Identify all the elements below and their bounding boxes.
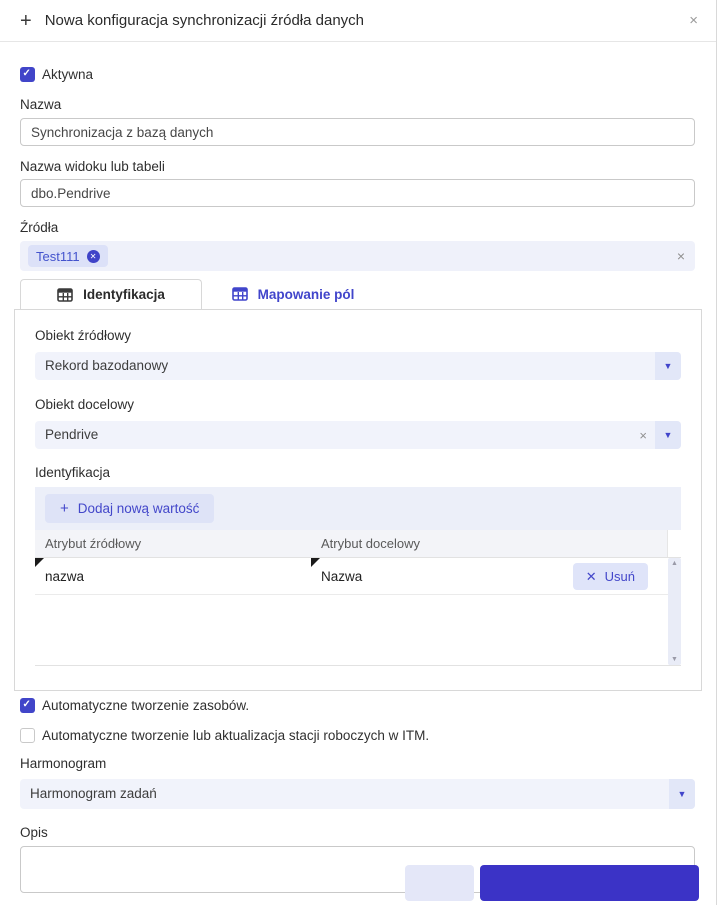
scroll-down-icon[interactable]: ▼ bbox=[671, 656, 678, 663]
source-chip: Test111 ✕ bbox=[28, 245, 108, 267]
name-input[interactable] bbox=[20, 118, 695, 146]
table-icon bbox=[57, 288, 73, 302]
delete-row-button-label: Usuń bbox=[605, 569, 635, 584]
chevron-down-icon[interactable]: ▼ bbox=[655, 352, 681, 380]
active-checkbox-row: Aktywna bbox=[20, 67, 695, 82]
source-object-label: Obiekt źródłowy bbox=[35, 328, 681, 343]
view-input[interactable] bbox=[20, 179, 695, 207]
edited-cell-marker bbox=[35, 558, 44, 567]
identification-tab-panel: Obiekt źródłowy Rekord bazodanowy ▼ Obie… bbox=[14, 309, 702, 691]
plus-icon: + bbox=[60, 503, 69, 515]
cell-source-attribute[interactable]: nazwa bbox=[35, 558, 311, 594]
table-row[interactable]: nazwa Nazwa ✕ Usuń bbox=[35, 558, 668, 595]
source-object-value: Rekord bazodanowy bbox=[35, 352, 681, 380]
schedule-label: Harmonogram bbox=[20, 756, 695, 771]
active-checkbox-label: Aktywna bbox=[42, 67, 93, 82]
dialog-footer bbox=[0, 865, 716, 905]
delete-row-button[interactable]: ✕ Usuń bbox=[573, 563, 648, 590]
vertical-scrollbar[interactable]: ▲ ▼ bbox=[668, 558, 681, 665]
tab-bar: Identyfikacja Mapowanie pól bbox=[20, 279, 695, 309]
schedule-select[interactable]: Harmonogram zadań ▼ bbox=[20, 779, 695, 809]
chevron-down-icon[interactable]: ▼ bbox=[655, 421, 681, 449]
auto-resources-checkbox[interactable] bbox=[20, 698, 35, 713]
target-object-label: Obiekt docelowy bbox=[35, 397, 681, 412]
chevron-down-icon[interactable]: ▼ bbox=[669, 779, 695, 809]
grid-header-spacer bbox=[667, 530, 681, 557]
close-icon: ✕ bbox=[586, 569, 597, 585]
sources-clear-icon[interactable]: × bbox=[677, 248, 685, 264]
auto-workstations-checkbox[interactable] bbox=[20, 728, 35, 743]
schedule-value: Harmonogram zadań bbox=[20, 779, 695, 809]
column-header-source[interactable]: Atrybut źródłowy bbox=[35, 536, 311, 551]
dialog-header: + Nowa konfiguracja synchronizacji źródł… bbox=[0, 0, 716, 42]
grid-header-row: Atrybut źródłowy Atrybut docelowy bbox=[35, 530, 681, 558]
dialog-title: Nowa konfiguracja synchronizacji źródła … bbox=[45, 12, 364, 29]
identification-grid: + Dodaj nową wartość Atrybut źródłowy At… bbox=[35, 487, 681, 666]
active-checkbox[interactable] bbox=[20, 67, 35, 82]
column-header-target[interactable]: Atrybut docelowy bbox=[311, 536, 667, 551]
tab-mapowanie-pol[interactable]: Mapowanie pól bbox=[202, 279, 384, 309]
name-label: Nazwa bbox=[20, 97, 695, 112]
add-value-button-label: Dodaj nową wartość bbox=[78, 501, 200, 516]
target-object-clear-icon[interactable]: × bbox=[639, 421, 647, 449]
table-icon bbox=[232, 287, 248, 301]
auto-resources-label: Automatyczne tworzenie zasobów. bbox=[42, 698, 249, 713]
source-object-select[interactable]: Rekord bazodanowy ▼ bbox=[35, 352, 681, 380]
description-label: Opis bbox=[20, 825, 695, 840]
tab-identyfikacja[interactable]: Identyfikacja bbox=[20, 279, 202, 309]
target-object-select[interactable]: Pendrive × ▼ bbox=[35, 421, 681, 449]
view-label: Nazwa widoku lub tabeli bbox=[20, 159, 695, 174]
close-icon[interactable]: × bbox=[689, 12, 698, 29]
cancel-button[interactable] bbox=[405, 865, 474, 901]
save-button[interactable] bbox=[480, 865, 699, 901]
auto-workstations-row: Automatyczne tworzenie lub aktualizacja … bbox=[20, 728, 695, 743]
tab-mapowanie-pol-label: Mapowanie pól bbox=[258, 287, 355, 302]
sources-label: Źródła bbox=[20, 220, 695, 235]
source-chip-label: Test111 bbox=[36, 249, 80, 264]
auto-resources-row: Automatyczne tworzenie zasobów. bbox=[20, 698, 695, 713]
auto-workstations-label: Automatyczne tworzenie lub aktualizacja … bbox=[42, 728, 429, 743]
tab-identyfikacja-label: Identyfikacja bbox=[83, 287, 165, 302]
scroll-up-icon[interactable]: ▲ bbox=[671, 560, 678, 567]
sync-config-dialog: + Nowa konfiguracja synchronizacji źródł… bbox=[0, 0, 717, 905]
sources-multiselect[interactable]: Test111 ✕ × bbox=[20, 241, 695, 271]
identification-label: Identyfikacja bbox=[35, 465, 681, 480]
grid-body: nazwa Nazwa ✕ Usuń ▲ ▼ bbox=[35, 558, 681, 666]
chip-remove-icon[interactable]: ✕ bbox=[87, 250, 100, 263]
edited-cell-marker bbox=[311, 558, 320, 567]
target-object-value: Pendrive bbox=[35, 421, 681, 449]
plus-icon: + bbox=[20, 11, 32, 31]
grid-toolbar: + Dodaj nową wartość bbox=[35, 487, 681, 530]
add-value-button[interactable]: + Dodaj nową wartość bbox=[45, 494, 214, 523]
